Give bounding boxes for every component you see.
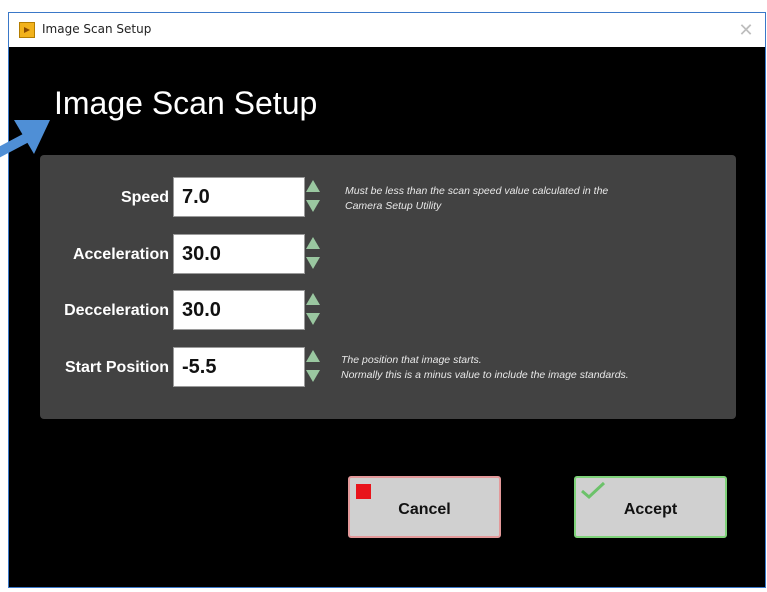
decceleration-row: Decceleration 30.0 — [40, 290, 736, 330]
start-position-hint-line-2: Normally this is a minus value to includ… — [341, 369, 629, 381]
acceleration-input[interactable]: 30.0 — [173, 234, 305, 274]
page-title: Image Scan Setup — [54, 85, 318, 121]
spin-up-arrow-icon[interactable] — [306, 237, 320, 249]
spin-down-arrow-icon[interactable] — [306, 370, 320, 382]
decceleration-spinner[interactable] — [305, 290, 321, 330]
speed-hint-line-2: Camera Setup Utility — [345, 200, 442, 212]
spin-down-arrow-icon[interactable] — [306, 313, 320, 325]
spin-up-arrow-icon[interactable] — [306, 293, 320, 305]
speed-label: Speed — [120, 189, 169, 206]
start-position-hint: The position that image starts. Normally… — [341, 353, 629, 383]
settings-panel: Speed 7.0 Acceleration 30.0 Decceleratio… — [40, 155, 736, 419]
window-title: Image Scan Setup — [42, 22, 152, 36]
speed-spinner[interactable] — [305, 177, 321, 217]
speed-input[interactable]: 7.0 — [173, 177, 305, 217]
start-position-label: Start Position — [64, 359, 169, 376]
acceleration-label: Acceleration — [72, 246, 169, 263]
app-icon — [19, 22, 35, 38]
speed-hint-line-1: Must be less than the scan speed value c… — [345, 185, 609, 197]
checkmark-icon — [581, 481, 606, 500]
decceleration-input[interactable]: 30.0 — [173, 290, 305, 330]
dialog-window: Image Scan Setup ✕ Image Scan Setup Spee… — [8, 12, 766, 588]
decceleration-label: Decceleration — [64, 302, 169, 319]
accept-button[interactable]: Accept — [574, 476, 727, 538]
start-position-hint-line-1: The position that image starts. — [341, 354, 482, 366]
spin-up-arrow-icon[interactable] — [306, 180, 320, 192]
cancel-button[interactable]: Cancel — [348, 476, 501, 538]
close-icon[interactable]: ✕ — [733, 17, 759, 43]
cancel-button-label: Cancel — [398, 501, 451, 518]
title-bar[interactable]: Image Scan Setup ✕ — [9, 13, 765, 47]
acceleration-row: Acceleration 30.0 — [40, 234, 736, 274]
spin-down-arrow-icon[interactable] — [306, 200, 320, 212]
stop-square-icon — [356, 484, 371, 499]
spin-up-arrow-icon[interactable] — [306, 350, 320, 362]
pointer-arrow-icon — [0, 120, 50, 158]
start-position-input[interactable]: -5.5 — [173, 347, 305, 387]
acceleration-spinner[interactable] — [305, 234, 321, 274]
spin-down-arrow-icon[interactable] — [306, 257, 320, 269]
accept-button-label: Accept — [623, 501, 678, 518]
start-position-spinner[interactable] — [305, 347, 321, 387]
speed-hint: Must be less than the scan speed value c… — [345, 184, 608, 214]
